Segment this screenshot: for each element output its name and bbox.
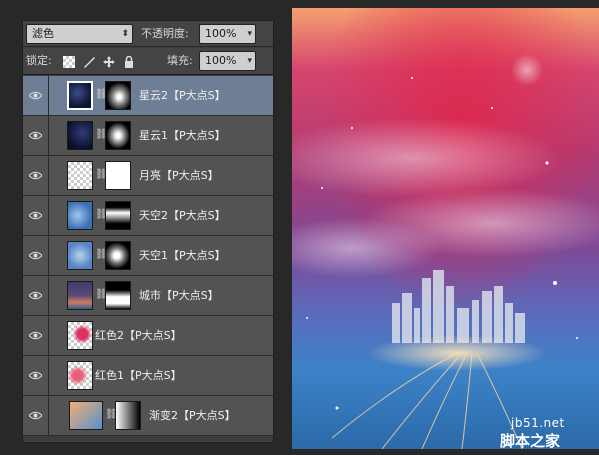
- layer-name: 天空2【P大点S】: [139, 209, 226, 222]
- fill-label: 填充:: [167, 54, 193, 67]
- layer-row[interactable]: ⛓ 渐变2【P大点S】: [23, 396, 273, 436]
- dropdown-arrows-icon: ⬍: [121, 29, 129, 39]
- layer-name: 城市【P大点S】: [139, 289, 219, 302]
- lock-brush-icon[interactable]: [83, 56, 95, 68]
- layer-thumbnail[interactable]: [67, 81, 93, 110]
- lock-transparency-icon[interactable]: [63, 56, 75, 68]
- layer-thumbnail[interactable]: [67, 161, 93, 190]
- visibility-eye-icon[interactable]: [23, 236, 49, 275]
- layer-thumbnail[interactable]: [67, 361, 93, 390]
- layer-thumbnail[interactable]: [69, 401, 103, 430]
- lock-row: 锁定: 填充: 100% ▾: [23, 48, 273, 75]
- visibility-eye-icon[interactable]: [23, 316, 49, 355]
- chevron-down-icon: ▾: [247, 56, 252, 66]
- watermark-site: 脚本之家: [500, 432, 561, 450]
- layer-thumbnail[interactable]: [67, 121, 93, 150]
- layer-row[interactable]: 红色1【P大点S】: [23, 356, 273, 396]
- layer-thumbnail[interactable]: [67, 241, 93, 270]
- layer-mask-thumbnail[interactable]: [105, 121, 131, 150]
- layer-thumbnail[interactable]: [67, 281, 93, 310]
- poster-artwork: [292, 8, 599, 449]
- layer-name: 星云1【P大点S】: [139, 129, 226, 142]
- layer-mask-thumbnail[interactable]: [115, 401, 141, 430]
- layer-row[interactable]: ⛓ 星云2【P大点S】: [23, 76, 273, 116]
- layer-mask-thumbnail[interactable]: [105, 281, 131, 310]
- blend-mode-dropdown[interactable]: 滤色 ⬍: [26, 24, 133, 44]
- layer-thumbnail[interactable]: [67, 321, 93, 350]
- document-canvas[interactable]: [292, 8, 599, 449]
- layer-row[interactable]: ⛓ 月亮【P大点S】: [23, 156, 273, 196]
- layer-row[interactable]: ⛓ 星云1【P大点S】: [23, 116, 273, 156]
- visibility-eye-icon[interactable]: [23, 116, 49, 155]
- chevron-down-icon: ▾: [247, 29, 252, 39]
- layer-mask-thumbnail[interactable]: [105, 81, 131, 110]
- link-chain-icon[interactable]: ⛓: [95, 169, 108, 181]
- link-chain-icon[interactable]: ⛓: [95, 129, 108, 141]
- fill-input[interactable]: 100% ▾: [199, 51, 256, 71]
- layer-name: 红色1【P大点S】: [95, 369, 182, 382]
- fill-value: 100%: [205, 54, 237, 67]
- link-chain-icon[interactable]: ⛓: [95, 289, 108, 301]
- lock-all-icon[interactable]: [123, 56, 135, 68]
- link-chain-icon[interactable]: ⛓: [105, 409, 118, 421]
- layer-mask-thumbnail[interactable]: [105, 161, 131, 190]
- layer-row[interactable]: ⛓ 天空1【P大点S】: [23, 236, 273, 276]
- link-chain-icon[interactable]: ⛓: [95, 249, 108, 261]
- visibility-eye-icon[interactable]: [23, 396, 49, 435]
- visibility-eye-icon[interactable]: [23, 356, 49, 395]
- opacity-input[interactable]: 100% ▾: [199, 24, 256, 44]
- link-chain-icon[interactable]: ⛓: [95, 89, 108, 101]
- visibility-eye-icon[interactable]: [23, 196, 49, 235]
- layer-name: 天空1【P大点S】: [139, 249, 226, 262]
- layer-mask-thumbnail[interactable]: [105, 241, 131, 270]
- layer-row[interactable]: ⛓ 天空2【P大点S】: [23, 196, 273, 236]
- layer-row[interactable]: 红色2【P大点S】: [23, 316, 273, 356]
- photoshop-screenshot: 滤色 ⬍ 不透明度: 100% ▾ 锁定: 填充: 100% ▾ ⛓ 星云2【P…: [0, 0, 599, 455]
- layer-name: 月亮【P大点S】: [139, 169, 219, 182]
- visibility-eye-icon[interactable]: [23, 156, 49, 195]
- opacity-label: 不透明度:: [141, 27, 189, 40]
- layers-panel: 滤色 ⬍ 不透明度: 100% ▾ 锁定: 填充: 100% ▾ ⛓ 星云2【P…: [22, 20, 274, 443]
- blend-mode-value: 滤色: [32, 27, 54, 40]
- layers-list: ⛓ 星云2【P大点S】 ⛓ 星云1【P大点S】 ⛓ 月亮【P大点S】 ⛓ 天空2…: [23, 76, 273, 436]
- opacity-value: 100%: [205, 27, 237, 40]
- layer-name: 星云2【P大点S】: [139, 89, 226, 102]
- link-chain-icon[interactable]: ⛓: [95, 209, 108, 221]
- layer-name: 红色2【P大点S】: [95, 329, 182, 342]
- visibility-eye-icon[interactable]: [23, 76, 49, 115]
- moon: [511, 54, 543, 86]
- layer-name: 渐变2【P大点S】: [149, 409, 236, 422]
- visibility-eye-icon[interactable]: [23, 276, 49, 315]
- blend-row: 滤色 ⬍ 不透明度: 100% ▾: [23, 21, 273, 47]
- layer-row[interactable]: ⛓ 城市【P大点S】: [23, 276, 273, 316]
- lock-label: 锁定:: [26, 54, 52, 67]
- lock-move-icon[interactable]: [103, 56, 115, 68]
- watermark-url: jb51.net: [511, 416, 565, 430]
- layer-thumbnail[interactable]: [67, 201, 93, 230]
- layer-mask-thumbnail[interactable]: [105, 201, 131, 230]
